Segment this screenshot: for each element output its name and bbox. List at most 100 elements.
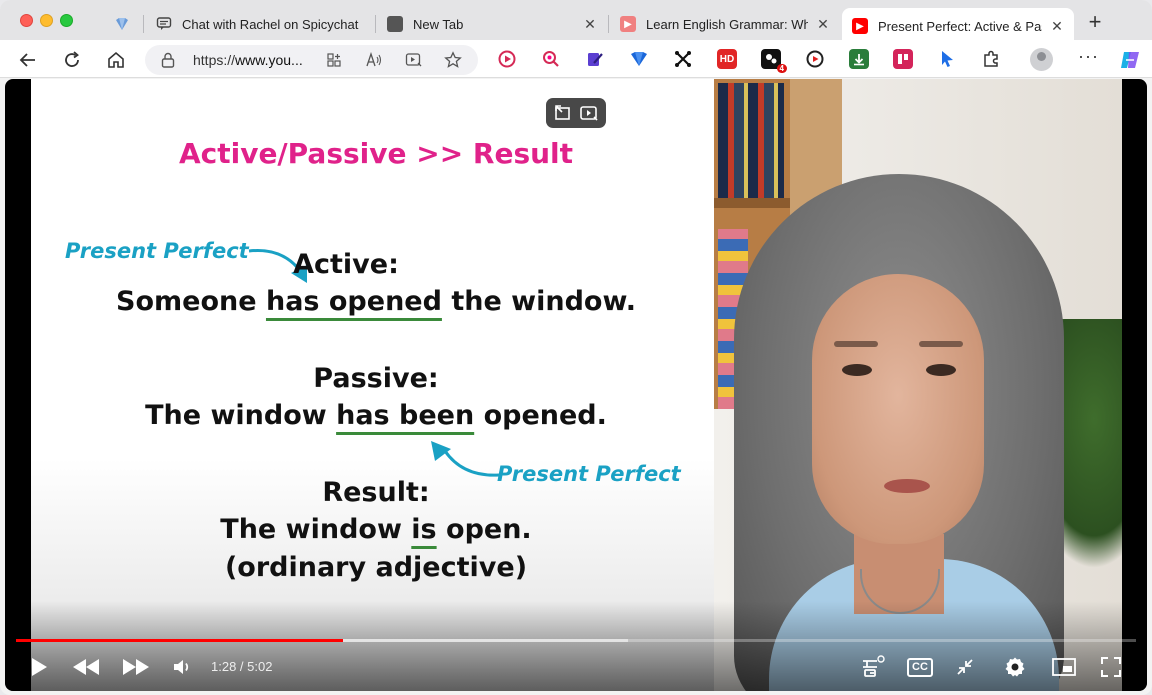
progress-played <box>16 639 344 642</box>
extension-badge-count: 4 <box>776 64 787 73</box>
profile-avatar[interactable] <box>1030 48 1053 71</box>
tab-title: Present Perfect: Active & Passive <box>878 18 1042 34</box>
result-note: (ordinary adjective) <box>224 552 528 583</box>
rewind-button[interactable] <box>69 651 103 683</box>
youtube-icon: ▶ <box>852 18 868 34</box>
diamond-icon <box>114 16 130 32</box>
lock-icon[interactable] <box>160 51 176 69</box>
volume-button[interactable] <box>169 651 197 683</box>
result-sentence: The window is open. <box>31 514 721 545</box>
favorite-star-icon[interactable] <box>443 50 463 70</box>
minimize-window-button[interactable] <box>40 14 53 27</box>
miniplayer-collapse-button[interactable] <box>951 651 979 683</box>
tab-separator <box>608 15 609 33</box>
reload-button[interactable] <box>60 48 84 72</box>
sentence-text: The window <box>145 400 337 431</box>
new-tab-button[interactable]: + <box>1084 11 1106 34</box>
sentence-text: The window <box>220 514 412 545</box>
extension-download-icon[interactable] <box>849 49 869 69</box>
home-button[interactable] <box>104 48 128 72</box>
tab-learn-english-grammar[interactable]: ▶ Learn English Grammar: When ✕ <box>610 8 840 40</box>
address-bar[interactable]: https://www.you... <box>145 45 478 75</box>
tab-separator <box>143 15 144 33</box>
gear-icon <box>1005 657 1025 677</box>
url-text: https://www.you... <box>193 52 303 68</box>
video-player[interactable]: Active/Passive >> Result Present Perfect… <box>5 79 1147 691</box>
rewind-icon <box>73 659 99 675</box>
speaker-icon <box>174 660 189 674</box>
read-aloud-icon[interactable] <box>364 50 384 70</box>
play-icon <box>32 658 47 676</box>
extension-hd-icon[interactable]: HD <box>717 49 737 69</box>
extension-diamond-icon[interactable] <box>629 49 649 69</box>
close-tab-icon[interactable]: ✕ <box>583 16 597 33</box>
reload-icon <box>65 51 79 67</box>
slide-title: Active/Passive >> Result <box>178 137 574 170</box>
close-tab-icon[interactable]: ✕ <box>1050 18 1064 35</box>
passive-sentence: The window has been opened. <box>31 400 721 431</box>
tab-title: Chat with Rachel on Spicychat <box>182 16 359 32</box>
extension-board-icon[interactable] <box>893 49 913 69</box>
home-icon <box>108 51 124 68</box>
back-button[interactable] <box>16 48 40 72</box>
video-sidebar-icon[interactable] <box>404 50 424 70</box>
active-heading: Active: <box>293 249 399 280</box>
close-tab-icon[interactable]: ✕ <box>816 16 830 33</box>
copilot-icon[interactable] <box>1118 48 1142 72</box>
tab-title: New Tab <box>413 16 464 32</box>
tab-pinned[interactable] <box>104 8 144 40</box>
youtube-icon: ▶ <box>620 16 636 32</box>
extension-badge-icon[interactable]: 4 <box>761 49 787 73</box>
more-options-button[interactable]: ··· <box>1078 46 1099 67</box>
sleep-timer-button[interactable] <box>857 651 889 683</box>
presenter-mouth <box>884 479 930 493</box>
sentence-text: the window. <box>441 286 636 317</box>
video-assistant-icon[interactable] <box>579 103 599 123</box>
result-heading: Result: <box>322 477 430 508</box>
tab-spicychat[interactable]: Chat with Rachel on Spicychat <box>146 8 376 40</box>
collapse-arrows-icon <box>957 659 973 675</box>
arrow-left-icon <box>19 53 35 67</box>
lesson-slide: Active/Passive >> Result Present Perfect… <box>31 79 721 691</box>
settings-button[interactable] <box>1001 651 1029 683</box>
underlined-verb: has been <box>336 400 475 431</box>
browser-toolbar: https://www.you... HD 4 ··· <box>0 40 1152 78</box>
tab-separator <box>375 15 376 33</box>
hd-label: HD <box>719 53 735 65</box>
chat-bubble-icon <box>156 16 172 32</box>
extension-nodes-icon[interactable] <box>673 49 693 69</box>
pop-out-icon[interactable] <box>553 103 573 123</box>
active-sentence: Someone has opened the window. <box>31 286 721 317</box>
extension-search-icon[interactable] <box>541 49 561 69</box>
tab-new-tab[interactable]: New Tab ✕ <box>377 8 607 40</box>
extension-record-icon[interactable] <box>805 49 825 69</box>
fullscreen-button[interactable] <box>1097 651 1125 683</box>
new-tab-page-icon <box>387 16 403 32</box>
url-host: www.you... <box>235 52 303 68</box>
presenter-face <box>812 274 984 544</box>
extension-write-icon[interactable] <box>585 49 605 69</box>
presenter-camera <box>714 79 1122 691</box>
time-display: 1:28 / 5:02 <box>211 659 273 674</box>
presenter-eye <box>926 364 956 376</box>
extensions-puzzle-icon[interactable] <box>981 49 1001 69</box>
maximize-window-button[interactable] <box>60 14 73 27</box>
cc-label: CC <box>907 657 933 677</box>
underlined-verb: is <box>411 514 437 545</box>
close-window-button[interactable] <box>20 14 33 27</box>
miniplayer-icon <box>1052 658 1076 676</box>
fullscreen-icon <box>1101 657 1121 677</box>
timer-settings-icon <box>863 655 885 677</box>
fast-forward-button[interactable] <box>119 651 153 683</box>
url-scheme: https:// <box>193 52 236 68</box>
captions-button[interactable]: CC <box>903 651 937 683</box>
sentence-text: open. <box>436 514 532 545</box>
progress-bar[interactable] <box>16 639 1136 642</box>
extension-cursor-icon[interactable] <box>937 49 957 69</box>
extension-media-icon[interactable] <box>497 49 517 69</box>
miniplayer-button[interactable] <box>1049 651 1079 683</box>
app-available-icon[interactable] <box>324 50 344 70</box>
play-button[interactable] <box>25 651 53 683</box>
fast-forward-icon <box>123 659 149 675</box>
tab-present-perfect[interactable]: ▶ Present Perfect: Active & Passive ✕ <box>842 8 1074 44</box>
